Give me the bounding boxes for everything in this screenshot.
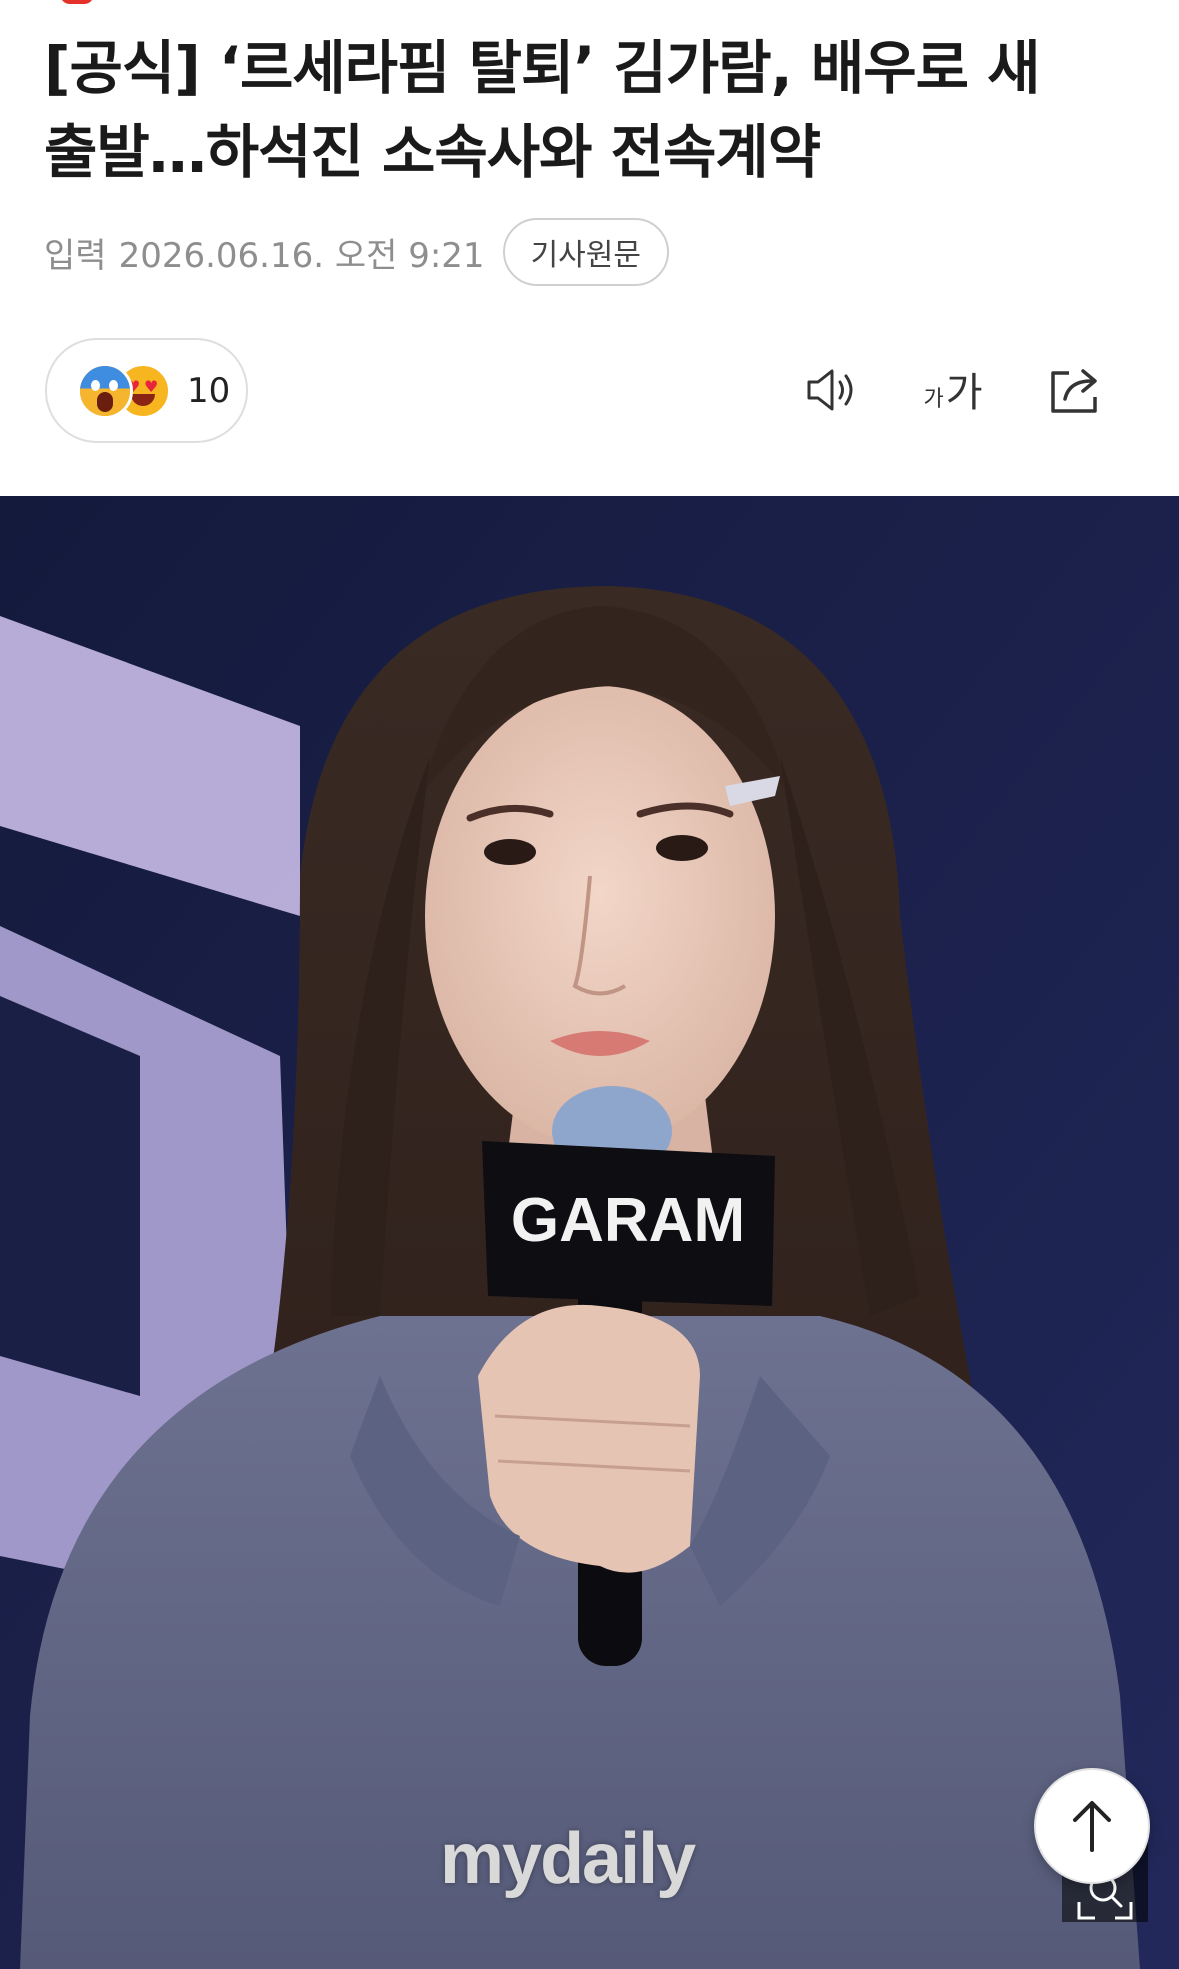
font-size-icon-large: 가 <box>945 370 983 416</box>
scroll-to-top-icon <box>1073 1801 1111 1852</box>
publish-date: 2026.06.16. 오전 9:21 <box>118 235 485 276</box>
share-button[interactable] <box>1040 355 1110 425</box>
scroll-to-top-button[interactable] <box>1034 1768 1150 1884</box>
shocked-emoji-icon <box>77 362 133 419</box>
font-size-button[interactable]: 가 가 <box>918 355 988 425</box>
article-meta: 입력 2026.06.16. 오전 9:21 기사원문 <box>44 216 669 288</box>
original-article-button[interactable]: 기사원문 <box>502 218 669 286</box>
headline-line-2: 출발…하석진 소속사와 전속계약 <box>44 118 821 186</box>
share-icon <box>1051 369 1097 413</box>
mic-flag-label: GARAM <box>511 1186 745 1255</box>
top-accent-sliver <box>60 0 94 4</box>
speaker-icon <box>807 369 853 411</box>
font-size-icon-small: 가 <box>923 387 944 412</box>
photo-illustration: GARAM <box>0 496 1179 1969</box>
article-photo[interactable]: GARAM mydaily <box>0 496 1179 1969</box>
reaction-button[interactable]: ♥ ♥ 10 <box>45 338 248 443</box>
text-to-speech-button[interactable] <box>798 355 868 425</box>
reaction-count: 10 <box>187 370 231 411</box>
headline-line-1: [공식] ‘르세라핌 탈퇴’ 김가람, 배우로 새 <box>44 34 1040 102</box>
article-headline: [공식] ‘르세라핌 탈퇴’ 김가람, 배우로 새 출발…하석진 소속사와 전속… <box>44 26 1144 194</box>
photo-watermark: mydaily <box>440 1819 696 1899</box>
input-label: 입력 <box>44 235 107 276</box>
